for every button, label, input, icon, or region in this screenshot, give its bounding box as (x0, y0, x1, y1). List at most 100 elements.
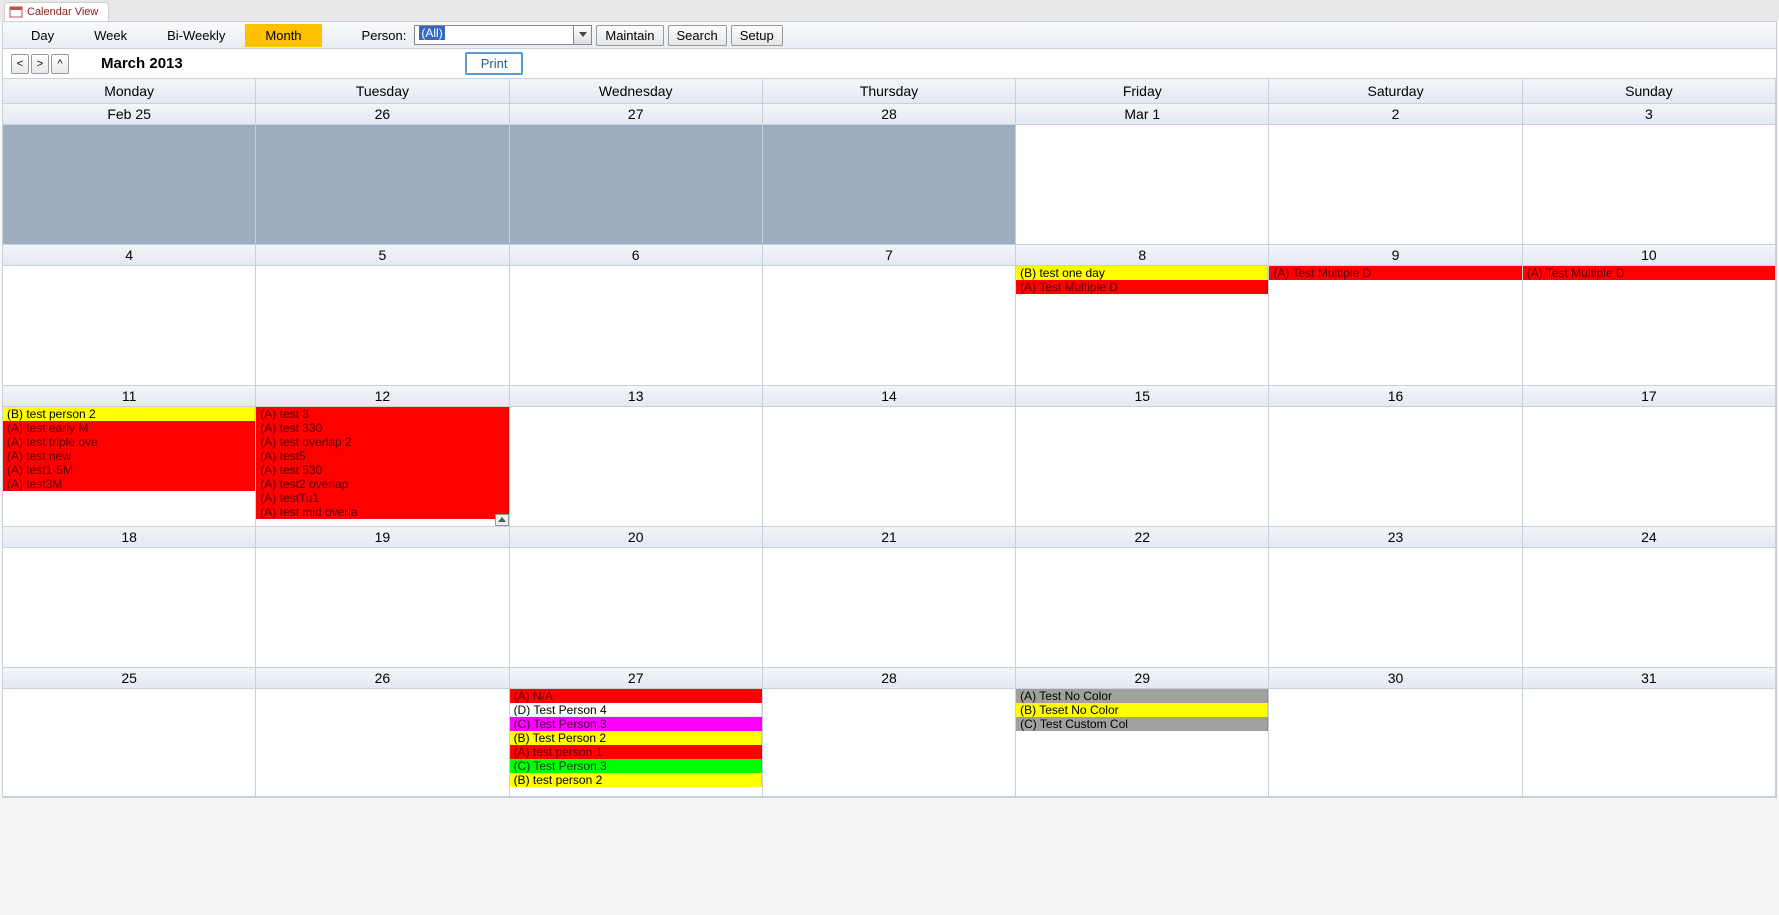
date-header[interactable]: 29 (1016, 668, 1269, 689)
date-header[interactable]: 20 (510, 527, 763, 548)
view-biweekly-button[interactable]: Bi-Weekly (147, 24, 245, 47)
event-item[interactable]: (A) Test Multiple D (1523, 266, 1775, 280)
person-combo[interactable]: (All) (414, 25, 592, 45)
day-cell[interactable] (256, 548, 509, 668)
day-cell[interactable] (763, 689, 1016, 797)
event-item[interactable]: (A) test2 overlap (256, 477, 508, 491)
event-item[interactable]: (B) test person 2 (3, 407, 255, 421)
view-month-button[interactable]: Month (245, 24, 321, 47)
day-cell[interactable] (3, 266, 256, 386)
day-cell[interactable] (3, 125, 256, 245)
date-header[interactable]: 7 (763, 245, 1016, 266)
event-item[interactable]: (A) testTu1 (256, 491, 508, 505)
date-header[interactable]: 24 (1523, 527, 1776, 548)
date-header[interactable]: 28 (763, 104, 1016, 125)
event-item[interactable]: (A) test 330 (256, 421, 508, 435)
event-item[interactable]: (A) test overlap 2 (256, 435, 508, 449)
event-item[interactable]: (D) Test Person 4 (510, 703, 762, 717)
date-header[interactable]: 3 (1523, 104, 1776, 125)
day-cell[interactable] (1269, 407, 1522, 527)
date-header[interactable]: 30 (1269, 668, 1522, 689)
date-header[interactable]: 13 (510, 386, 763, 407)
date-header[interactable]: 23 (1269, 527, 1522, 548)
event-item[interactable]: (C) Test Custom Col (1016, 717, 1268, 731)
date-header[interactable]: 6 (510, 245, 763, 266)
day-cell[interactable] (1523, 689, 1776, 797)
date-header[interactable]: 22 (1016, 527, 1269, 548)
date-header[interactable]: 19 (256, 527, 509, 548)
day-cell[interactable] (1269, 689, 1522, 797)
day-cell[interactable] (763, 407, 1016, 527)
date-header[interactable]: 26 (256, 104, 509, 125)
date-header[interactable]: 25 (3, 668, 256, 689)
date-header[interactable]: 9 (1269, 245, 1522, 266)
date-header[interactable]: 17 (1523, 386, 1776, 407)
day-cell[interactable] (763, 266, 1016, 386)
setup-button[interactable]: Setup (731, 25, 783, 46)
day-cell[interactable] (1269, 548, 1522, 668)
day-cell[interactable] (1269, 125, 1522, 245)
event-item[interactable]: (A) test 3 (256, 407, 508, 421)
event-item[interactable]: (A) test early M (3, 421, 255, 435)
day-cell[interactable] (1016, 548, 1269, 668)
day-cell[interactable] (510, 407, 763, 527)
event-item[interactable]: (B) test person 2 (510, 773, 762, 787)
event-item[interactable]: (A) test mid overla (256, 505, 508, 519)
date-header[interactable]: 31 (1523, 668, 1776, 689)
date-header[interactable]: 4 (3, 245, 256, 266)
event-item[interactable]: (C) Test Person 3 (510, 717, 762, 731)
day-cell[interactable] (256, 689, 509, 797)
day-cell[interactable] (1523, 407, 1776, 527)
day-cell[interactable]: (B) test person 2(A) test early M(A) tes… (3, 407, 256, 527)
person-value[interactable]: (All) (414, 25, 574, 45)
event-item[interactable]: (A) test1-5M (3, 463, 255, 477)
date-header[interactable]: Feb 25 (3, 104, 256, 125)
prev-button[interactable]: < (11, 54, 29, 74)
date-header[interactable]: 12 (256, 386, 509, 407)
scroll-down-icon[interactable] (495, 514, 509, 526)
event-item[interactable]: (A) Test No Color (1016, 689, 1268, 703)
date-header[interactable]: 15 (1016, 386, 1269, 407)
date-header[interactable]: 21 (763, 527, 1016, 548)
date-header[interactable]: 8 (1016, 245, 1269, 266)
day-cell[interactable] (763, 548, 1016, 668)
day-cell[interactable] (1523, 125, 1776, 245)
search-button[interactable]: Search (668, 25, 727, 46)
day-cell[interactable]: (A) Test Multiple D (1523, 266, 1776, 386)
tab-calendar-view[interactable]: Calendar View (4, 2, 109, 21)
print-button[interactable]: Print (465, 52, 524, 75)
event-item[interactable]: (A) Test Multiple D (1269, 266, 1521, 280)
event-item[interactable]: (A) N/A (510, 689, 762, 703)
day-cell[interactable] (510, 548, 763, 668)
date-header[interactable]: 26 (256, 668, 509, 689)
day-cell[interactable] (3, 548, 256, 668)
date-header[interactable]: 16 (1269, 386, 1522, 407)
date-header[interactable]: 11 (3, 386, 256, 407)
event-item[interactable]: (A) Test Multiple D (1016, 280, 1268, 294)
day-cell[interactable] (1016, 407, 1269, 527)
day-cell[interactable] (510, 266, 763, 386)
day-cell[interactable] (763, 125, 1016, 245)
day-cell[interactable]: (A) Test No Color(B) Teset No Color(C) T… (1016, 689, 1269, 797)
day-cell[interactable]: (A) Test Multiple D (1269, 266, 1522, 386)
date-header[interactable]: 14 (763, 386, 1016, 407)
event-item[interactable]: (A) test person 1 (510, 745, 762, 759)
day-cell[interactable]: (A) N/A(D) Test Person 4(C) Test Person … (510, 689, 763, 797)
event-item[interactable]: (A) test new (3, 449, 255, 463)
day-cell[interactable]: (A) test 3(A) test 330(A) test overlap 2… (256, 407, 509, 527)
event-item[interactable]: (A) test triple ove (3, 435, 255, 449)
event-item[interactable]: (C) Test Person 3 (510, 759, 762, 773)
event-item[interactable]: (B) test one day (1016, 266, 1268, 280)
event-item[interactable]: (A) test5 (256, 449, 508, 463)
view-day-button[interactable]: Day (11, 24, 74, 47)
maintain-button[interactable]: Maintain (596, 25, 663, 46)
day-cell[interactable] (1523, 548, 1776, 668)
day-cell[interactable] (1016, 125, 1269, 245)
next-button[interactable]: > (31, 54, 49, 74)
combo-dropdown-button[interactable] (574, 25, 592, 45)
day-cell[interactable] (510, 125, 763, 245)
day-cell[interactable] (256, 125, 509, 245)
date-header[interactable]: 27 (510, 668, 763, 689)
date-header[interactable]: 27 (510, 104, 763, 125)
date-header[interactable]: 5 (256, 245, 509, 266)
